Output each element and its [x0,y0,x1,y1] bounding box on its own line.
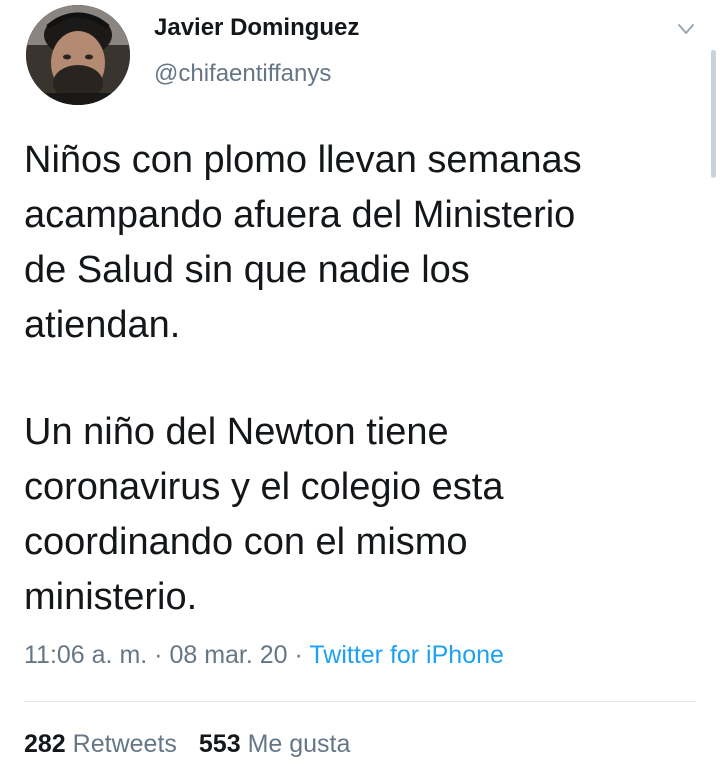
tweet-time[interactable]: 11:06 a. m. [24,641,147,669]
tweet-paragraph: Niños con plomo llevan semanas acampando… [24,139,582,346]
author-handle[interactable]: @chifaentiffanys [154,60,331,88]
retweets-count: 282 [24,730,66,758]
avatar[interactable] [26,5,130,105]
likes-stat[interactable]: 553 Me gusta [199,730,351,758]
likes-count: 553 [198,730,241,758]
meta-separator: · [154,641,163,669]
scrollbar[interactable] [711,50,716,178]
chevron-down-icon[interactable] [672,18,700,40]
tweet-source-link[interactable]: Twitter for iPhone [309,641,504,669]
tweet-meta: 11:06 a. m. · 08 mar. 20 · Twitter for i… [24,641,504,670]
meta-separator: · [294,641,303,669]
divider [24,701,696,702]
likes-label: Me gusta [247,730,351,758]
avatar-photo [26,5,130,105]
author-display-name[interactable]: Javier Dominguez [154,14,359,42]
tweet-date[interactable]: 08 mar. 20 [169,641,287,669]
tweet-stats: 282 Retweets 553 Me gusta [24,730,350,759]
tweet-text: Niños con plomo llevan semanas acampando… [24,133,704,625]
tweet-paragraph: Un niño del Newton tiene coronavirus y e… [24,411,504,618]
retweets-stat[interactable]: 282 Retweets [24,730,177,758]
retweets-label: Retweets [72,730,177,758]
tweet-card: Javier Dominguez @chifaentiffanys Niños … [0,0,720,769]
